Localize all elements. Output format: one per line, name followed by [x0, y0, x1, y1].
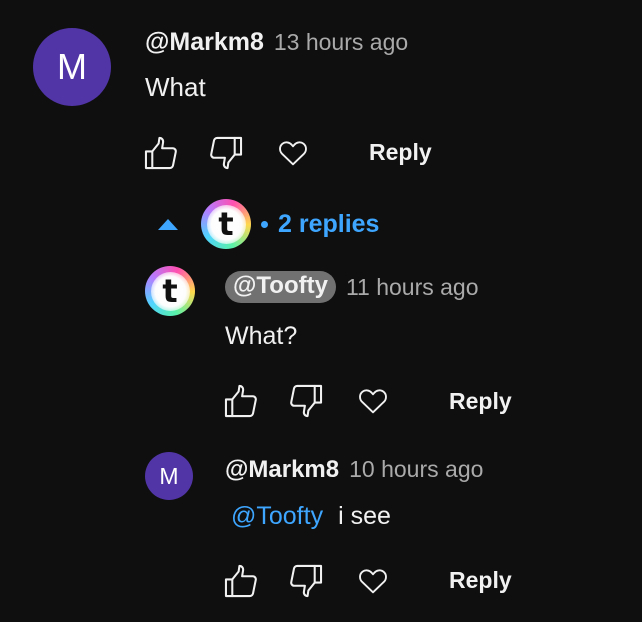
reply-header: @Toofty 11 hours ago [225, 271, 479, 303]
avatar: t [201, 199, 251, 249]
reply-text: What? [225, 322, 298, 350]
heart-icon[interactable] [277, 137, 309, 169]
mention-link[interactable]: @Toofty [231, 502, 323, 531]
comment-timestamp[interactable]: 13 hours ago [274, 29, 408, 56]
reply-timestamp[interactable]: 10 hours ago [349, 456, 483, 483]
reply-text-body: i see [338, 502, 391, 530]
comment-header: @Markm8 13 hours ago [145, 28, 408, 57]
avatar[interactable]: t [145, 266, 195, 316]
reply-text: @Toofty i see [231, 502, 391, 531]
avatar[interactable]: M [33, 28, 111, 106]
reply-author[interactable]: @Markm8 [225, 456, 339, 484]
avatar-letter: t [162, 272, 178, 310]
avatar[interactable]: M [145, 452, 193, 500]
separator-dot [261, 220, 268, 228]
comment-author[interactable]: @Markm8 [145, 28, 264, 57]
thumbs-down-icon[interactable] [286, 382, 326, 420]
thumbs-up-icon[interactable] [221, 562, 261, 600]
reply-timestamp[interactable]: 11 hours ago [346, 274, 479, 301]
reply-button[interactable]: Reply [449, 567, 512, 594]
replies-toggle[interactable]: t 2 replies [157, 198, 379, 250]
avatar-letter: M [159, 462, 179, 489]
thumbs-down-icon[interactable] [286, 562, 326, 600]
heart-icon[interactable] [357, 565, 389, 597]
avatar-letter: M [57, 46, 87, 87]
caret-up-icon [157, 217, 179, 231]
avatar-letter: t [218, 205, 234, 243]
thumbs-down-icon[interactable] [206, 134, 246, 172]
reply-header: @Markm8 10 hours ago [225, 456, 483, 484]
reply-button[interactable]: Reply [449, 388, 512, 415]
comment-text: What [145, 72, 206, 102]
replies-count-label: 2 replies [278, 209, 380, 238]
thumbs-up-icon[interactable] [141, 134, 181, 172]
heart-icon[interactable] [357, 385, 389, 417]
thumbs-up-icon[interactable] [221, 382, 261, 420]
reply-author-chip[interactable]: @Toofty [225, 271, 336, 303]
reply-button[interactable]: Reply [369, 139, 432, 166]
